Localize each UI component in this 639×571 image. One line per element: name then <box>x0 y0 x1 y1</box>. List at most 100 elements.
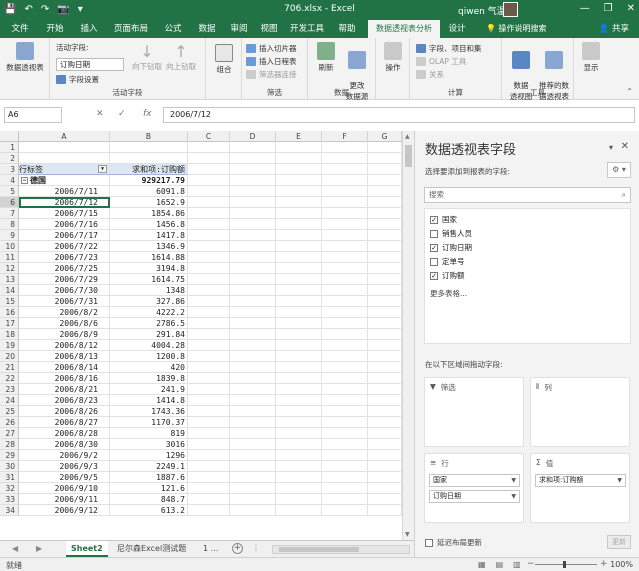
amount-cell[interactable]: 819 <box>110 428 188 439</box>
grid-cell[interactable] <box>276 252 322 263</box>
row-number[interactable]: 28 <box>0 439 19 450</box>
row-number[interactable]: 32 <box>0 483 19 494</box>
grid-cell[interactable] <box>322 307 368 318</box>
row-number[interactable]: 12 <box>0 263 19 274</box>
insert-timeline-button[interactable]: 插入日程表 <box>246 56 297 67</box>
grid-cell[interactable] <box>276 395 322 406</box>
grid-cell[interactable] <box>188 263 230 274</box>
grid-cell[interactable] <box>322 329 368 340</box>
page-layout-view-icon[interactable]: ▤ <box>496 560 504 569</box>
grid-cell[interactable] <box>188 153 230 164</box>
amount-cell[interactable]: 291.84 <box>110 329 188 340</box>
column-header-g[interactable]: G <box>368 131 402 142</box>
row-number[interactable]: 14 <box>0 285 19 296</box>
grid-cell[interactable] <box>368 164 402 175</box>
date-cell[interactable]: 2006/8/30 <box>19 439 110 450</box>
normal-view-icon[interactable]: ▦ <box>478 560 486 569</box>
grid-cell[interactable] <box>322 340 368 351</box>
grid-cell[interactable] <box>322 285 368 296</box>
grid-cell[interactable] <box>322 219 368 230</box>
amount-cell[interactable]: 241.9 <box>110 384 188 395</box>
grid-cell[interactable] <box>230 219 276 230</box>
row-number[interactable]: 15 <box>0 296 19 307</box>
amount-cell[interactable]: 1456.8 <box>110 219 188 230</box>
zoom-out-icon[interactable]: − <box>527 559 535 569</box>
grid-cell[interactable] <box>322 384 368 395</box>
rows-area[interactable]: ≡ 行 国家 ▼ 订购日期 ▼ <box>424 453 524 523</box>
row-number[interactable]: 9 <box>0 230 19 241</box>
grid-cell[interactable] <box>230 450 276 461</box>
grid-cell[interactable] <box>368 329 402 340</box>
column-header-d[interactable]: D <box>230 131 276 142</box>
grid-cell[interactable] <box>230 318 276 329</box>
field-search-input[interactable]: 搜索 ⌕ <box>424 187 631 203</box>
tab-file[interactable]: 文件 <box>2 20 38 38</box>
sum-header[interactable]: 求和项:订购额 <box>110 164 188 175</box>
date-cell[interactable]: 2006/7/29 <box>19 274 110 285</box>
grid-cell[interactable] <box>322 197 368 208</box>
row-number[interactable]: 30 <box>0 461 19 472</box>
grid-cell[interactable] <box>188 483 230 494</box>
grid-cell[interactable] <box>368 384 402 395</box>
sheet-tab-nielsen[interactable]: 尼尔森Excel测试题 <box>112 541 191 557</box>
grid-cell[interactable] <box>230 472 276 483</box>
show-button[interactable]: 显示 <box>577 42 605 73</box>
grid-cell[interactable] <box>188 219 230 230</box>
grid-cell[interactable] <box>368 318 402 329</box>
date-cell[interactable]: 2006/8/14 <box>19 362 110 373</box>
hscroll-thumb[interactable] <box>279 547 359 552</box>
grid-cell[interactable] <box>110 142 188 153</box>
grid-cell[interactable] <box>368 186 402 197</box>
scroll-up-icon[interactable]: ▲ <box>405 133 410 140</box>
amount-cell[interactable]: 1346.9 <box>110 241 188 252</box>
row-number[interactable]: 11 <box>0 252 19 263</box>
insert-slicer-button[interactable]: 插入切片器 <box>246 43 297 54</box>
date-cell[interactable]: 2006/9/5 <box>19 472 110 483</box>
row-number[interactable]: 18 <box>0 329 19 340</box>
grid-cell[interactable] <box>368 230 402 241</box>
pane-close-icon[interactable]: ✕ <box>621 141 629 152</box>
grid-cell[interactable] <box>368 208 402 219</box>
grid-cell[interactable] <box>230 384 276 395</box>
grid-cell[interactable] <box>230 164 276 175</box>
grid-cell[interactable] <box>322 230 368 241</box>
value-field-sum-amount[interactable]: 求和项:订购额 ▼ <box>535 474 626 487</box>
drill-down-button[interactable]: ↓ 向下钻取 <box>130 42 164 72</box>
row-number[interactable]: 17 <box>0 318 19 329</box>
grid-cell[interactable] <box>322 406 368 417</box>
grid-cell[interactable] <box>276 318 322 329</box>
grid-cell[interactable] <box>230 285 276 296</box>
actions-button[interactable]: 操作 <box>379 42 407 73</box>
date-cell[interactable]: 2006/9/10 <box>19 483 110 494</box>
row-number[interactable]: 29 <box>0 450 19 461</box>
grid-cell[interactable] <box>276 285 322 296</box>
grid-cell[interactable] <box>276 439 322 450</box>
enter-icon[interactable]: ✓ <box>118 109 126 119</box>
active-field-input[interactable]: 订购日期 <box>56 58 124 71</box>
grid-cell[interactable] <box>368 252 402 263</box>
grid-cell[interactable] <box>230 494 276 505</box>
grid-cell[interactable] <box>276 384 322 395</box>
amount-cell[interactable]: 2786.5 <box>110 318 188 329</box>
tab-page-layout[interactable]: 页面布局 <box>106 20 156 38</box>
tab-review[interactable]: 审阅 <box>224 20 254 38</box>
grid-cell[interactable] <box>230 307 276 318</box>
grid-cell[interactable] <box>230 373 276 384</box>
grid-cell[interactable] <box>188 362 230 373</box>
date-cell[interactable]: 2006/7/15 <box>19 208 110 219</box>
grid-cell[interactable] <box>230 483 276 494</box>
grid-cell[interactable] <box>276 186 322 197</box>
grid-cell[interactable] <box>188 417 230 428</box>
grid-cell[interactable] <box>368 285 402 296</box>
grid-cell[interactable] <box>188 439 230 450</box>
grid-cell[interactable] <box>368 142 402 153</box>
grid-cell[interactable] <box>322 439 368 450</box>
grid-cell[interactable] <box>368 351 402 362</box>
grid-cell[interactable] <box>368 362 402 373</box>
row-number[interactable]: 22 <box>0 373 19 384</box>
field-checkbox[interactable]: ✓ <box>430 271 438 280</box>
grid-cell[interactable] <box>230 197 276 208</box>
grid-cell[interactable] <box>230 417 276 428</box>
amount-cell[interactable]: 327.86 <box>110 296 188 307</box>
relationships-button[interactable]: 关系 <box>416 69 444 80</box>
